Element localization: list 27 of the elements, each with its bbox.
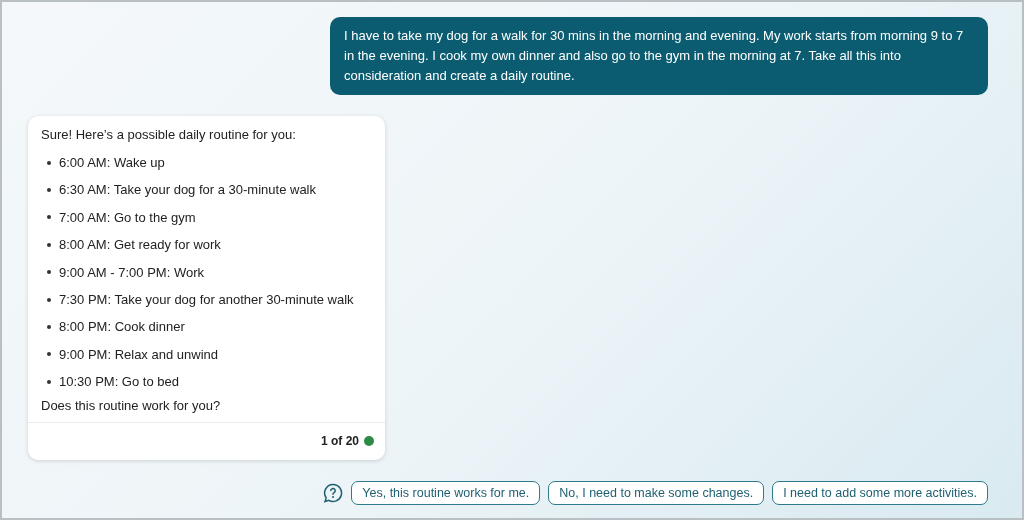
bullet-icon (47, 379, 51, 384)
bullet-icon (47, 242, 51, 247)
routine-item: 10:30 PM: Go to bed (59, 373, 179, 392)
bullet-icon (47, 325, 51, 330)
routine-item: 9:00 AM - 7:00 PM: Work (59, 263, 204, 282)
routine-item: 8:00 AM: Get ready for work (59, 236, 221, 255)
response-counter: 1 of 20 (321, 432, 359, 450)
user-message-bubble: I have to take my dog for a walk for 30 mins in the morning and evening. My work starts from morning 9 to 7 in the evening. I cook my own dinner and also go to the gym in the morning at 7. Take all this into consideration and create a daily routine. (330, 17, 988, 95)
reply-intro: Sure! Here’s a possible daily routine for you: (41, 126, 297, 144)
bullet-icon (47, 188, 51, 193)
help-icon (323, 483, 344, 503)
bullet-icon (47, 352, 51, 357)
reply-question: Does this routine work for you? (41, 396, 222, 415)
routine-item: 7:30 PM: Take your dog for another 30-minute walk (59, 290, 354, 309)
routine-item: 6:30 AM: Take your dog for a 30-minute walk (59, 181, 316, 200)
routine-item: 7:00 AM: Go to the gym (59, 208, 196, 227)
routine-item: 8:00 PM: Cook dinner (59, 318, 185, 337)
bullet-icon (47, 297, 51, 302)
suggestion-button[interactable]: No, I need to make some changes. (548, 481, 765, 505)
routine-item: 6:00 AM: Wake up (59, 153, 165, 172)
suggestion-button[interactable]: I need to add some more activities. (772, 481, 988, 505)
bullet-icon (47, 160, 51, 165)
status-dot-icon (364, 435, 374, 446)
bullet-icon (47, 215, 51, 220)
bullet-icon (47, 270, 51, 275)
routine-item: 9:00 PM: Relax and unwind (59, 345, 218, 364)
suggestion-button[interactable]: Yes, this routine works for me. (351, 481, 541, 505)
